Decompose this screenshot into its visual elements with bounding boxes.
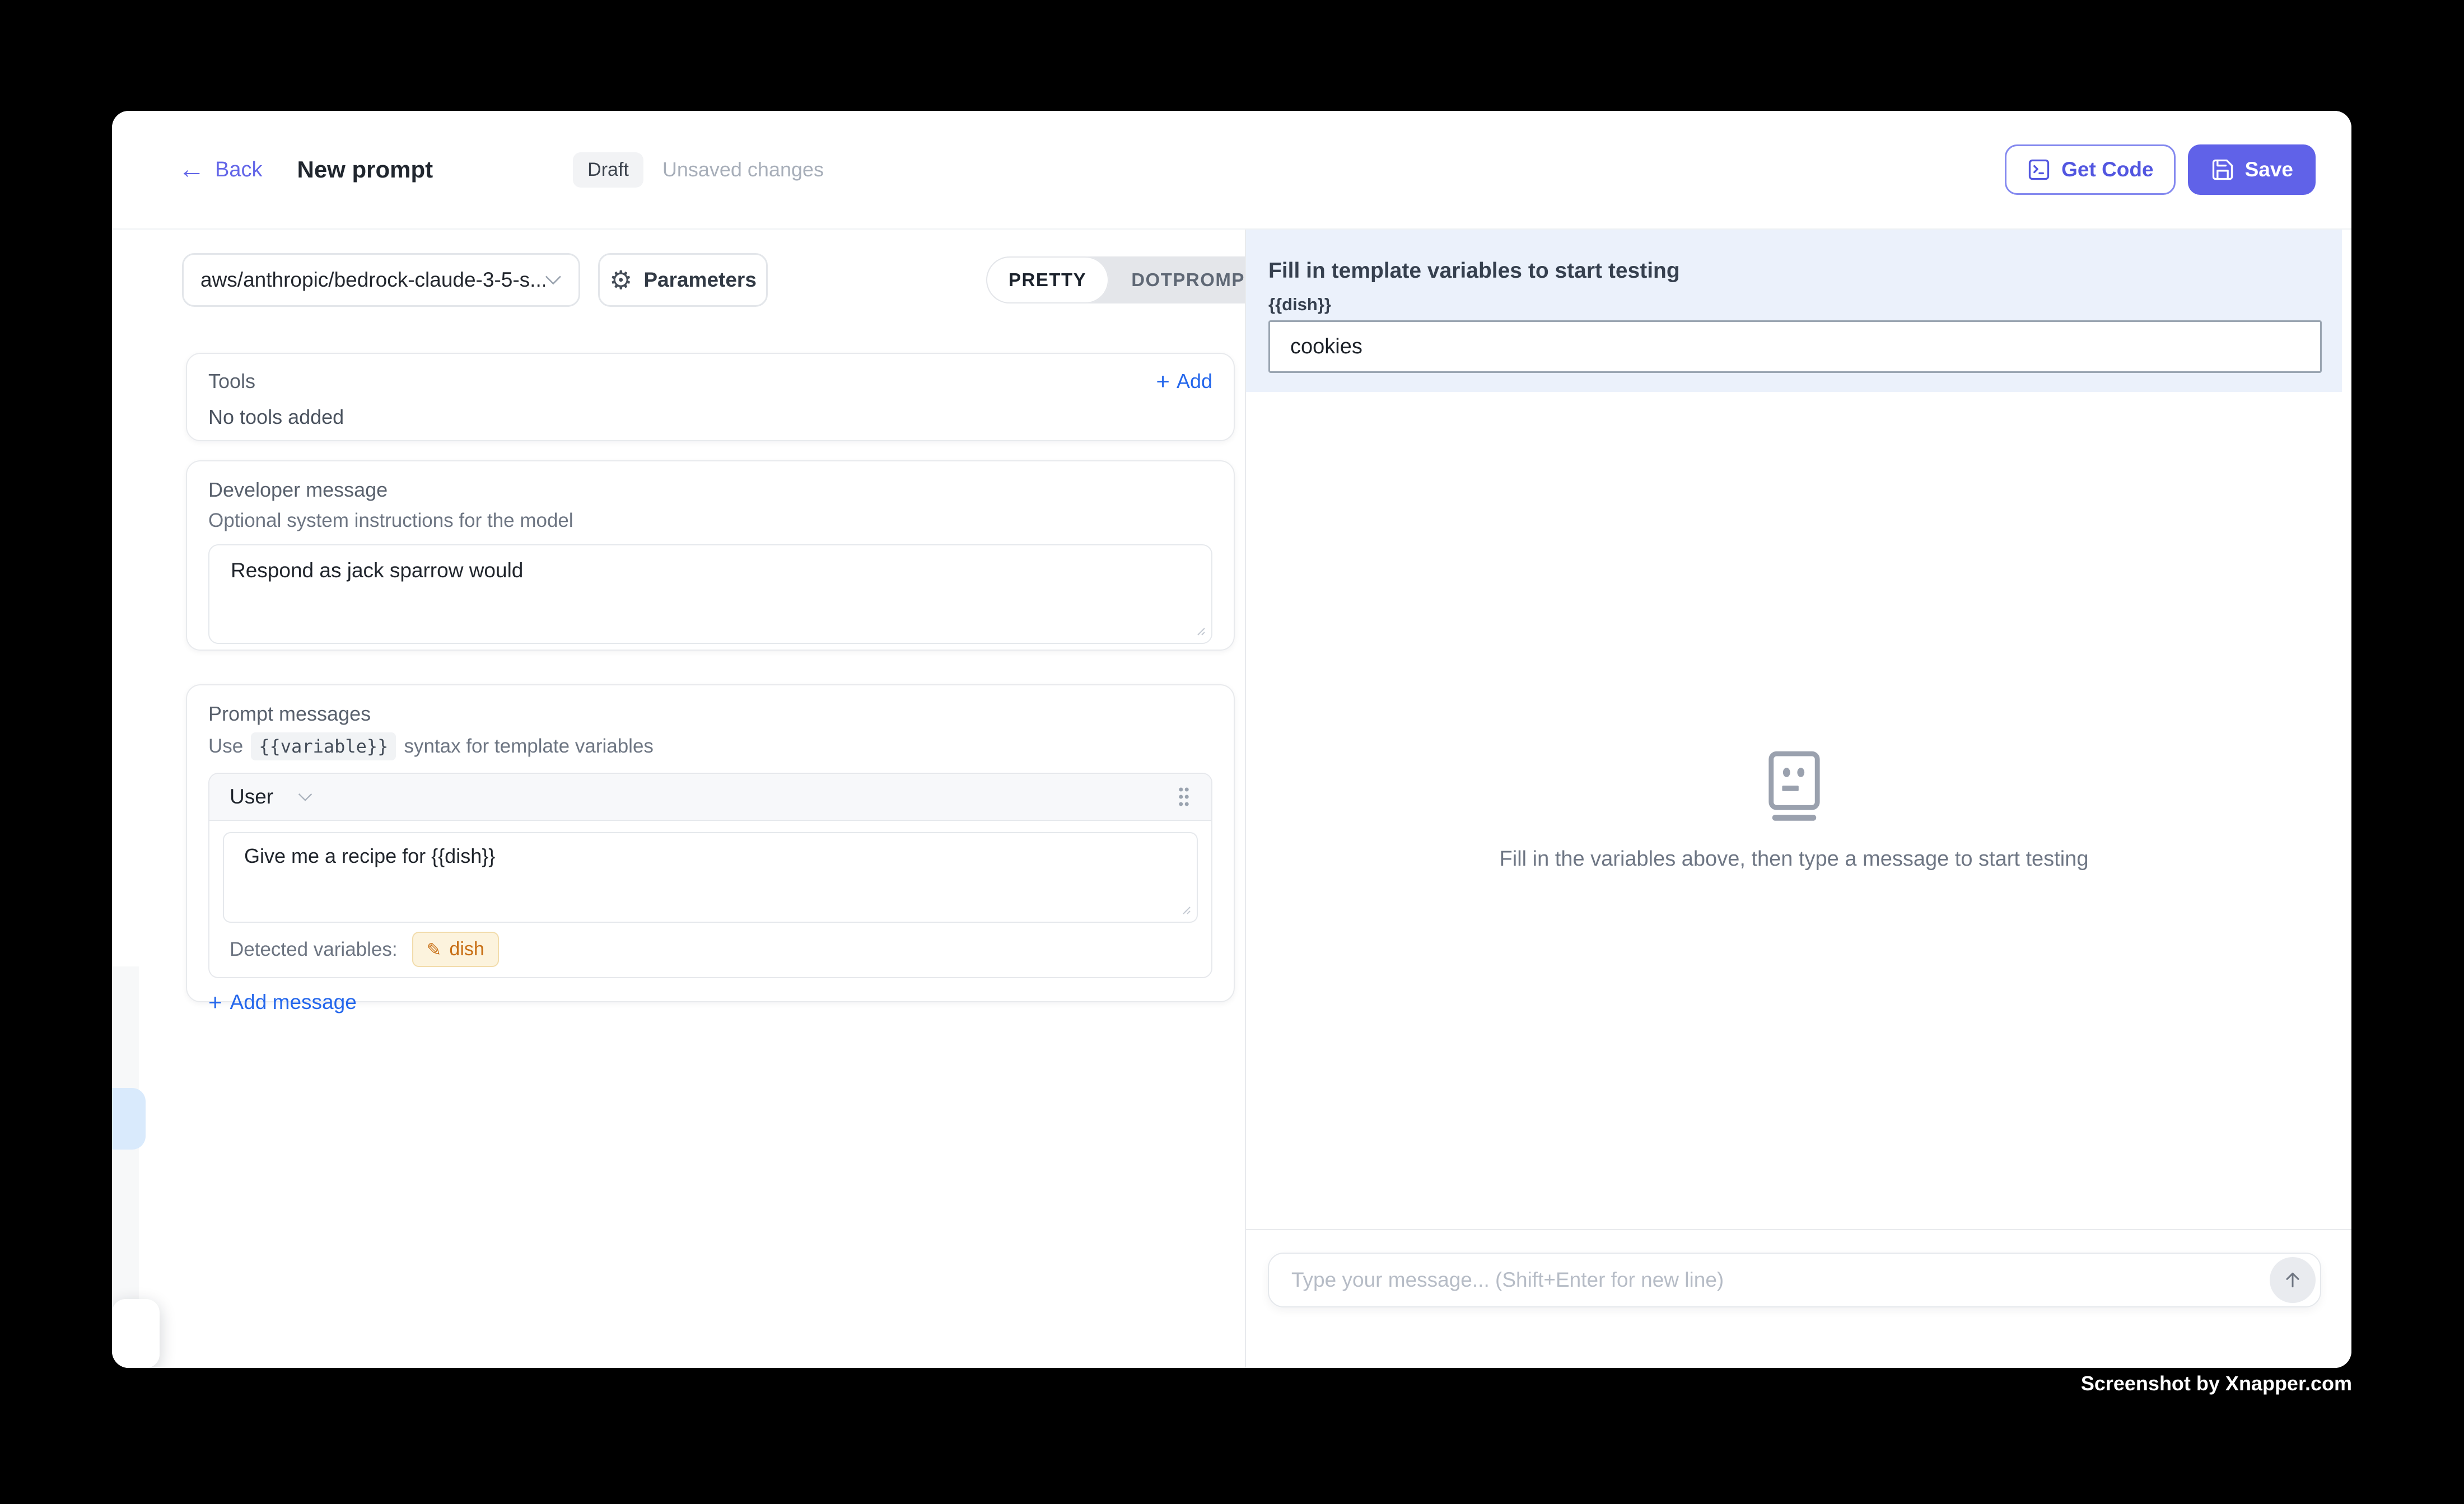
background-sidebar-strip — [112, 966, 139, 1368]
unsaved-changes-text: Unsaved changes — [662, 158, 824, 181]
chat-input-divider — [1246, 1229, 2351, 1230]
get-code-button[interactable]: Get Code — [2005, 144, 2175, 195]
message-field-wrap: Give me a recipe for {{dish}} — [223, 832, 1198, 923]
sidebar-bottom-card — [112, 1299, 160, 1368]
robot-face-icon — [1766, 750, 1823, 821]
prompt-messages-card: Prompt messages Use {{variable}} syntax … — [186, 684, 1235, 1002]
page-title: New prompt — [297, 156, 433, 183]
dish-variable-label: {{dish}} — [1268, 295, 2342, 315]
role-select-value: User — [230, 785, 273, 809]
code-terminal-icon — [2027, 157, 2051, 182]
resize-handle-icon[interactable] — [1178, 902, 1191, 915]
add-message-button[interactable]: + Add message — [208, 991, 357, 1014]
tools-empty-text: No tools added — [208, 405, 1212, 429]
prompt-message-block: User Give me a recipe for {{dish}} Detec… — [208, 773, 1212, 978]
developer-message-subtitle: Optional system instructions for the mod… — [208, 510, 1212, 532]
chat-test-area: Fill in the variables above, then type a… — [1246, 392, 2351, 1368]
developer-message-card: Developer message Optional system instru… — [186, 460, 1235, 651]
header: ← Back New prompt Draft Unsaved changes … — [112, 111, 2351, 230]
add-message-label: Add message — [230, 991, 357, 1014]
parameters-button[interactable]: ⚙ Parameters — [598, 253, 768, 307]
variable-badge-label: dish — [449, 938, 484, 960]
chevron-down-icon — [545, 275, 562, 285]
watermark-text: Screenshot by Xnapper.com — [2081, 1372, 2352, 1395]
detected-variables-label: Detected variables: — [230, 938, 398, 961]
dish-variable-input[interactable] — [1268, 320, 2322, 373]
draft-status-badge: Draft — [573, 152, 643, 188]
variables-panel-title: Fill in template variables to start test… — [1268, 259, 2342, 283]
chat-empty-state: Fill in the variables above, then type a… — [1246, 750, 2342, 871]
tools-title: Tools — [208, 370, 255, 393]
template-syntax-hint: Use {{variable}} syntax for template var… — [208, 732, 1212, 760]
back-label: Back — [215, 158, 262, 182]
hint-suffix: syntax for template variables — [404, 735, 653, 758]
format-toggle: PRETTY DOTPROMPT — [986, 256, 1280, 303]
template-variables-panel: Fill in template variables to start test… — [1246, 230, 2342, 392]
back-button[interactable]: ← Back — [178, 156, 262, 183]
get-code-label: Get Code — [2061, 158, 2153, 181]
parameters-label: Parameters — [643, 268, 757, 292]
model-selector[interactable]: aws/anthropic/bedrock-claude-3-5-s... — [182, 253, 580, 307]
plus-icon: + — [208, 991, 222, 1014]
arrow-up-icon — [2281, 1269, 2304, 1291]
hint-prefix: Use — [208, 735, 243, 758]
user-message-textarea[interactable]: Give me a recipe for {{dish}} — [223, 832, 1198, 923]
save-button[interactable]: Save — [2188, 144, 2316, 195]
developer-message-field-wrap: Respond as jack sparrow would — [208, 544, 1212, 644]
variable-badge-dish[interactable]: ✎ dish — [412, 932, 499, 967]
sidebar-active-item[interactable] — [112, 1088, 146, 1150]
gear-icon: ⚙ — [609, 265, 632, 295]
resize-handle-icon[interactable] — [1192, 623, 1206, 636]
add-tool-label: Add — [1177, 370, 1212, 393]
plus-icon: + — [1156, 370, 1170, 393]
chat-message-input[interactable] — [1268, 1253, 2321, 1307]
pencil-icon: ✎ — [427, 939, 442, 960]
developer-message-title: Developer message — [208, 478, 1212, 502]
send-message-button[interactable] — [2270, 1257, 2316, 1303]
drag-handle-icon[interactable] — [1177, 786, 1191, 808]
model-selector-value: aws/anthropic/bedrock-claude-3-5-s... — [200, 268, 545, 292]
tools-card: Tools + Add No tools added — [186, 353, 1235, 441]
chat-empty-text: Fill in the variables above, then type a… — [1246, 847, 2342, 871]
tools-card-header: Tools + Add — [208, 370, 1212, 393]
add-tool-button[interactable]: + Add — [1156, 370, 1212, 393]
prompt-editor-window: ← Back New prompt Draft Unsaved changes … — [112, 111, 2351, 1368]
message-role-header: User — [209, 774, 1211, 821]
chat-input-row — [1268, 1253, 2321, 1307]
prompt-messages-title: Prompt messages — [208, 702, 1212, 726]
toggle-pretty[interactable]: PRETTY — [986, 256, 1109, 303]
detected-variables-row: Detected variables: ✎ dish — [223, 932, 1198, 969]
save-floppy-icon — [2210, 157, 2235, 182]
save-label: Save — [2245, 158, 2293, 181]
variable-syntax-chip: {{variable}} — [251, 732, 396, 760]
back-arrow-icon: ← — [178, 156, 205, 183]
developer-message-textarea[interactable]: Respond as jack sparrow would — [208, 544, 1212, 644]
message-body: Give me a recipe for {{dish}} Detected v… — [209, 821, 1211, 977]
role-select[interactable]: User — [230, 785, 312, 809]
chevron-down-icon — [298, 793, 312, 801]
